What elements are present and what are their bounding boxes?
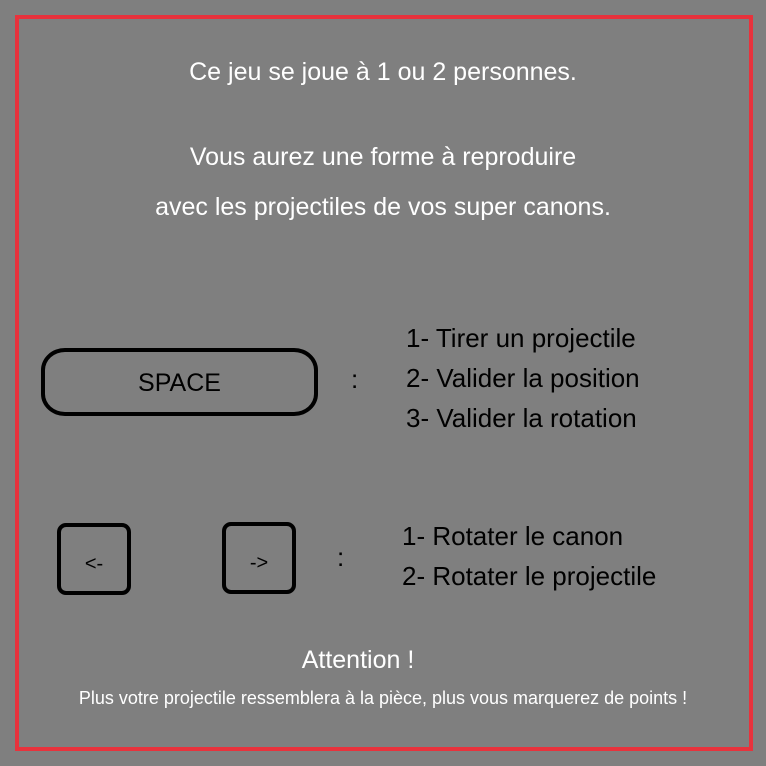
space-action-item: 1- Tirer un projectile <box>406 323 636 353</box>
intro-players-text: Ce jeu se joue à 1 ou 2 personnes. <box>189 58 577 86</box>
left-arrow-key: <- <box>57 523 131 595</box>
warning-message: Plus votre projectile ressemblera à la p… <box>78 688 688 708</box>
intro-goal-line1: Vous aurez une forme à reproduire <box>189 143 577 171</box>
space-action-item: 2- Valider la position <box>406 363 640 393</box>
arrows-action-item: 2- Rotater le projectile <box>402 561 657 591</box>
right-arrow-key: -> <box>222 522 296 594</box>
right-arrow-key-label: -> <box>249 551 269 574</box>
left-arrow-key-label: <- <box>84 552 104 575</box>
space-key-label: SPACE <box>138 368 221 397</box>
space-actions-list: 1- Tirer un projectile 2- Valider la pos… <box>406 318 640 438</box>
warning-title: Attention ! <box>301 646 415 674</box>
intro-goal-line2: avec les projectiles de vos super canons… <box>155 193 611 221</box>
space-key: SPACE <box>41 348 318 416</box>
arrows-separator: : <box>337 542 345 572</box>
arrows-actions-list: 1- Rotater le canon 2- Rotater le projec… <box>402 516 656 596</box>
space-action-item: 3- Valider la rotation <box>406 403 637 433</box>
arrows-action-item: 1- Rotater le canon <box>402 521 624 551</box>
space-separator: : <box>351 364 359 394</box>
